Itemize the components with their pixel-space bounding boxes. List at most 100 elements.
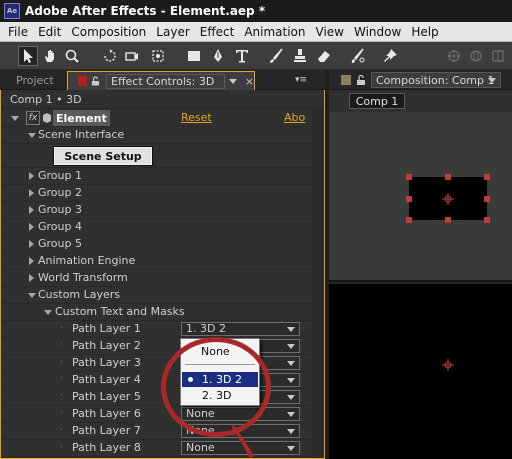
- type-tool-icon[interactable]: [232, 46, 252, 66]
- dropdown-value: None: [186, 424, 215, 437]
- tab-project[interactable]: Project: [2, 72, 64, 89]
- close-icon[interactable]: ×: [245, 75, 254, 88]
- transform-handle[interactable]: [406, 174, 412, 180]
- reset-link[interactable]: Reset: [181, 111, 212, 124]
- chevron-down-icon[interactable]: [228, 78, 237, 84]
- transform-handle[interactable]: [406, 196, 412, 202]
- axis-mode-world-icon[interactable]: [466, 46, 486, 66]
- tab-effect-controls[interactable]: Effect Controls: 3D ×: [67, 71, 255, 90]
- menu-separator: [185, 364, 255, 365]
- vertical-scrollbar[interactable]: [313, 110, 325, 459]
- puppet-pin-tool-icon[interactable]: [380, 46, 400, 66]
- expand-triangle-icon[interactable]: [44, 310, 52, 315]
- selected-bullet-icon: [188, 377, 193, 382]
- tab-project-label: Project: [16, 74, 54, 87]
- effect-controls-panel: Project Effect Controls: 3D × ▾≡ Comp 1 …: [0, 70, 325, 459]
- hand-tool-icon[interactable]: [40, 46, 60, 66]
- expand-triangle-icon[interactable]: [29, 172, 34, 180]
- expand-triangle-icon[interactable]: [29, 223, 34, 231]
- custom-layers-row[interactable]: Custom Layers: [0, 287, 325, 304]
- expand-triangle-icon[interactable]: [29, 240, 34, 248]
- menu-option-none[interactable]: None: [182, 344, 258, 359]
- transform-handle[interactable]: [445, 174, 451, 180]
- zoom-tool-icon[interactable]: [62, 46, 82, 66]
- pen-tool-icon[interactable]: [208, 46, 228, 66]
- effect-name[interactable]: Element: [53, 110, 110, 126]
- group-3-row[interactable]: Group 3: [0, 202, 325, 219]
- transform-handle[interactable]: [484, 217, 490, 223]
- transform-handle[interactable]: [406, 217, 412, 223]
- roto-brush-tool-icon[interactable]: [348, 46, 368, 66]
- composition-viewer-top[interactable]: [329, 112, 512, 282]
- group-5-row[interactable]: Group 5: [0, 236, 325, 253]
- eraser-tool-icon[interactable]: [314, 46, 334, 66]
- rectangle-tool-icon[interactable]: [184, 46, 204, 66]
- title-bar: Ae Adobe After Effects - Element.aep *: [0, 0, 512, 22]
- anchor-point-icon[interactable]: [442, 359, 454, 371]
- after-effects-app-icon: Ae: [4, 3, 20, 19]
- path-layer-label: Path Layer 8: [72, 441, 141, 454]
- menu-option-2[interactable]: 2. 3D: [182, 388, 258, 403]
- pan-behind-tool-icon[interactable]: [148, 46, 168, 66]
- animation-engine-row[interactable]: Animation Engine: [0, 253, 325, 270]
- menu-option-selected[interactable]: 1. 3D 2: [182, 372, 258, 387]
- selection-tool-icon[interactable]: [18, 46, 38, 66]
- menu-composition[interactable]: Composition: [66, 25, 151, 39]
- fx-toggle-icon[interactable]: fx: [26, 111, 40, 125]
- composition-viewer-bottom[interactable]: [329, 284, 512, 459]
- anchor-point-icon[interactable]: [442, 193, 454, 205]
- scene-setup-button[interactable]: Scene Setup: [53, 146, 153, 166]
- rotation-tool-icon[interactable]: [100, 46, 120, 66]
- expand-triangle-icon[interactable]: [28, 133, 36, 138]
- world-transform-row[interactable]: World Transform: [0, 270, 325, 287]
- scene-interface-row[interactable]: Scene Interface: [0, 127, 325, 144]
- brush-tool-icon[interactable]: [266, 46, 286, 66]
- expand-triangle-icon[interactable]: [29, 189, 34, 197]
- menu-animation[interactable]: Animation: [239, 25, 310, 39]
- tab-composition[interactable]: Composition: Comp 1: [371, 72, 501, 88]
- axis-mode-view-icon[interactable]: [488, 46, 508, 66]
- dropdown-value: None: [186, 441, 215, 454]
- menu-window[interactable]: Window: [349, 25, 406, 39]
- lock-icon[interactable]: [90, 75, 101, 87]
- path-layer-label: Path Layer 6: [72, 407, 141, 420]
- menu-effect[interactable]: Effect: [195, 25, 240, 39]
- transform-handle[interactable]: [484, 174, 490, 180]
- panel-menu-icon[interactable]: ▾≡: [295, 75, 307, 85]
- expand-triangle-icon[interactable]: [29, 257, 34, 265]
- path-layer-row: · Path Layer 2: [0, 338, 325, 355]
- chevron-down-icon: [287, 446, 295, 451]
- menu-edit[interactable]: Edit: [33, 25, 66, 39]
- effect-controls-layer-selector[interactable]: Effect Controls: 3D: [106, 73, 225, 89]
- menu-help[interactable]: Help: [406, 25, 443, 39]
- lock-icon[interactable]: [355, 74, 367, 86]
- axis-mode-local-icon[interactable]: [444, 46, 464, 66]
- transform-handle[interactable]: [445, 217, 451, 223]
- expand-triangle-icon[interactable]: [29, 206, 34, 214]
- menu-view[interactable]: View: [311, 25, 349, 39]
- chevron-down-icon: [287, 429, 295, 434]
- transform-handle[interactable]: [484, 196, 490, 202]
- menu-layer[interactable]: Layer: [151, 25, 194, 39]
- path-layer-label: Path Layer 2: [72, 339, 141, 352]
- tab-composition-label: Composition: Comp 1: [376, 73, 495, 87]
- expand-triangle-icon[interactable]: [29, 274, 34, 282]
- expand-triangle-icon[interactable]: [11, 116, 19, 121]
- group-1-row[interactable]: Group 1: [0, 168, 325, 185]
- chevron-down-icon: [287, 412, 295, 417]
- comp-navigator-chip[interactable]: Comp 1: [349, 93, 405, 109]
- breadcrumb-text: Comp 1 • 3D: [10, 93, 82, 106]
- group-2-row[interactable]: Group 2: [0, 185, 325, 202]
- expand-triangle-icon[interactable]: [28, 293, 36, 298]
- path-layer-dropdown[interactable]: None: [181, 424, 300, 438]
- unified-camera-tool-icon[interactable]: [122, 46, 142, 66]
- path-layer-dropdown[interactable]: None: [181, 407, 300, 421]
- about-link[interactable]: Abo: [284, 111, 305, 124]
- menu-file[interactable]: File: [3, 25, 33, 39]
- path-layer-row: · Path Layer 7 None: [0, 423, 325, 440]
- path-layer-dropdown[interactable]: 1. 3D 2: [181, 322, 300, 336]
- group-4-row[interactable]: Group 4: [0, 219, 325, 236]
- clone-stamp-tool-icon[interactable]: [290, 46, 310, 66]
- custom-text-masks-row[interactable]: Custom Text and Masks: [0, 304, 325, 321]
- path-layer-dropdown[interactable]: None: [181, 441, 300, 455]
